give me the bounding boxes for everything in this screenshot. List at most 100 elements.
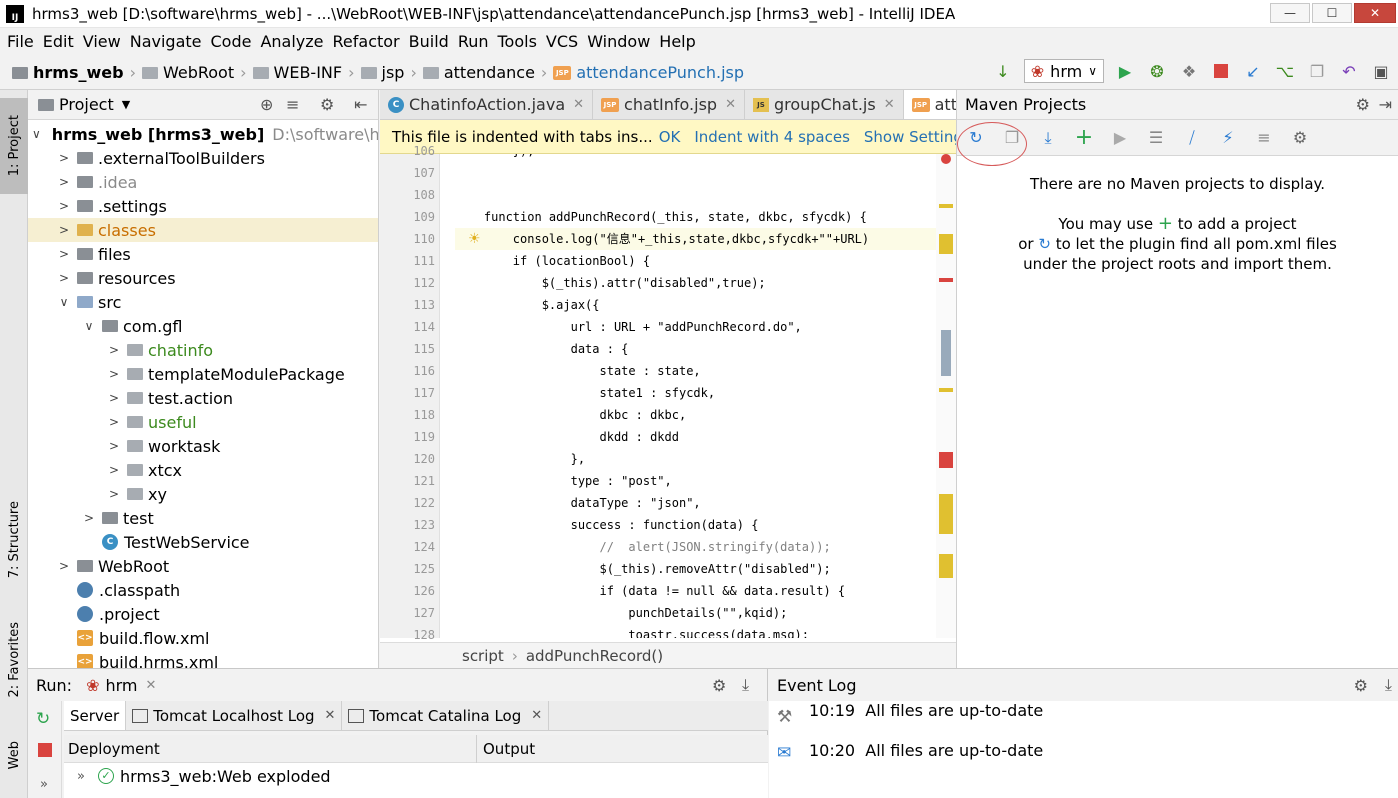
vcs-compare-icon[interactable]: ❐ (1306, 60, 1328, 82)
code-line[interactable]: dkbc : dkbc, (455, 404, 686, 426)
menu-file[interactable]: File (7, 32, 34, 51)
warning-marker[interactable] (939, 554, 953, 578)
chevron-right-icon[interactable]: > (107, 439, 121, 453)
code-line[interactable]: if (locationBool) { (455, 250, 650, 272)
chevron-right-icon[interactable]: > (107, 367, 121, 381)
tree-item[interactable]: <> build.hrms.xml (28, 650, 378, 668)
run-tab[interactable]: Tomcat Catalina Log ✕ (342, 701, 550, 730)
code-line[interactable]: }); (455, 154, 535, 162)
close-button[interactable]: ✕ (1354, 3, 1396, 23)
code-crumb-function[interactable]: addPunchRecord() (526, 647, 663, 665)
code-line[interactable]: punchDetails("",kqid); (455, 602, 787, 624)
project-tool-tab[interactable]: 1: Project (0, 98, 28, 194)
tree-item[interactable]: <> build.flow.xml (28, 626, 378, 650)
code-line[interactable]: if (data != null && data.result) { (455, 580, 845, 602)
more-icon[interactable]: » (64, 769, 98, 784)
message-icon[interactable]: ✉ (777, 743, 791, 763)
code-line[interactable]: dkdd : dkdd (455, 426, 678, 448)
code-line[interactable]: data : { (455, 338, 629, 360)
collapse-all-icon[interactable]: ≡ (1253, 127, 1275, 149)
error-marker[interactable] (939, 278, 953, 282)
chevron-right-icon[interactable]: > (57, 271, 71, 285)
close-icon[interactable]: ✕ (531, 708, 542, 723)
code-line[interactable]: success : function(data) { (455, 514, 759, 536)
code-line[interactable]: function addPunchRecord(_this, state, dk… (455, 206, 867, 228)
maximize-button[interactable]: ☐ (1312, 3, 1352, 23)
run-tab[interactable]: Tomcat Localhost Log ✕ (126, 701, 343, 730)
tree-item[interactable]: > chatinfo (28, 338, 378, 362)
chevron-right-icon[interactable]: > (57, 223, 71, 237)
code-line[interactable]: state1 : sfycdk, (455, 382, 715, 404)
vcs-update-icon[interactable]: ↙ (1242, 60, 1264, 82)
lightbulb-icon[interactable]: ☀ (468, 231, 481, 247)
tree-item[interactable]: ∨ com.gfl (28, 314, 378, 338)
menu-help[interactable]: Help (659, 32, 695, 51)
tree-item[interactable]: > resources (28, 266, 378, 290)
hide-icon[interactable]: ⤓ (1385, 675, 1392, 695)
editor-tab[interactable]: JSPattendan (903, 90, 956, 119)
project-pane-title[interactable]: Project (59, 95, 114, 114)
more-icon[interactable]: » (40, 777, 48, 792)
code-line[interactable]: $(_this).attr("disabled",true); (455, 272, 766, 294)
add-project-icon[interactable]: + (1073, 125, 1095, 150)
chevron-right-icon[interactable]: > (57, 559, 71, 573)
tree-item[interactable]: > useful (28, 410, 378, 434)
tree-item[interactable]: ∨ src (28, 290, 378, 314)
chevron-down-icon[interactable]: ∨ (32, 127, 41, 141)
tree-item[interactable]: > worktask (28, 434, 378, 458)
tree-item[interactable]: > templateModulePackage (28, 362, 378, 386)
debug-icon[interactable]: ❂ (1146, 60, 1168, 82)
close-icon[interactable]: ✕ (725, 97, 736, 112)
banner-ok-link[interactable]: OK (659, 128, 681, 146)
warning-marker[interactable] (939, 234, 953, 254)
breadcrumb-item[interactable]: attendance (422, 63, 535, 82)
collapse-all-icon[interactable]: ≡ (286, 95, 299, 114)
code-line[interactable]: // alert(JSON.stringify(data)); (455, 536, 830, 558)
chevron-down-icon[interactable]: ▼ (122, 98, 130, 111)
editor-tab[interactable]: JSP chatInfo.jsp ✕ (593, 90, 745, 119)
menu-view[interactable]: View (83, 32, 121, 51)
breadcrumb-item[interactable]: hrms_web (12, 63, 124, 82)
editor-tab[interactable]: C ChatinfoAction.java ✕ (380, 90, 594, 119)
tree-item[interactable]: > test (28, 506, 378, 530)
editor-tab[interactable]: JS groupChat.js ✕ (745, 90, 904, 119)
chevron-right-icon[interactable]: > (107, 391, 121, 405)
close-icon[interactable]: ✕ (325, 708, 336, 723)
favorites-tool-tab[interactable]: 2: Favorites (0, 610, 28, 710)
breadcrumb-item[interactable]: WebRoot (141, 63, 234, 82)
coverage-icon[interactable]: ❖ (1178, 60, 1200, 82)
code-line[interactable]: $(_this).removeAttr("disabled"); (455, 558, 830, 580)
chevron-right-icon[interactable]: > (82, 511, 96, 525)
chevron-right-icon[interactable]: > (57, 247, 71, 261)
code-area[interactable]: }); function addPunchRecord(_this, state… (455, 154, 936, 638)
run-icon[interactable]: ▶ (1114, 60, 1136, 82)
warning-marker[interactable] (939, 388, 953, 392)
code-line[interactable]: $.ajax({ (455, 294, 600, 316)
menu-window[interactable]: Window (587, 32, 650, 51)
chevron-right-icon[interactable]: > (57, 151, 71, 165)
menu-run[interactable]: Run (458, 32, 489, 51)
gear-icon[interactable]: ⚙ (1354, 676, 1368, 695)
locate-icon[interactable]: ⊕ (260, 95, 273, 114)
tree-item[interactable]: > .settings (28, 194, 378, 218)
hide-icon[interactable]: ⤓ (742, 675, 749, 695)
execute-goal-icon[interactable]: ☰ (1145, 127, 1167, 149)
scroll-thumb[interactable] (941, 330, 951, 376)
code-line[interactable]: url : URL + "addPunchRecord.do", (455, 316, 802, 338)
project-structure-icon[interactable]: ▣ (1370, 60, 1392, 82)
menu-analyze[interactable]: Analyze (260, 32, 323, 51)
hide-icon[interactable]: ⇤ (354, 95, 367, 114)
menu-tools[interactable]: Tools (498, 32, 537, 51)
chevron-down-icon[interactable]: ∨ (57, 295, 71, 309)
structure-tool-tab[interactable]: 7: Structure (0, 490, 28, 590)
gear-icon[interactable]: ⚙ (320, 95, 334, 114)
menu-code[interactable]: Code (211, 32, 252, 51)
rerun-icon[interactable]: ↻ (36, 709, 50, 729)
chevron-right-icon[interactable]: > (107, 343, 121, 357)
hide-icon[interactable]: ⇥ (1379, 95, 1392, 114)
tree-item[interactable]: > .externalToolBuilders (28, 146, 378, 170)
gear-icon[interactable]: ⚙ (1356, 95, 1370, 114)
menu-vcs[interactable]: VCS (546, 32, 578, 51)
tree-item[interactable]: > .idea (28, 170, 378, 194)
run-config-select[interactable]: ❀ hrm ∨ (1023, 59, 1104, 83)
